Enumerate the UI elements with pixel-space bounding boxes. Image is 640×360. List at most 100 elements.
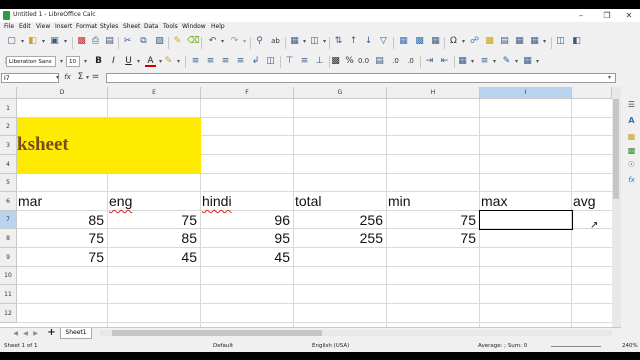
italic-icon[interactable]: I <box>108 56 119 67</box>
row-header-8[interactable]: 8 <box>0 229 17 248</box>
minimize-button[interactable]: – <box>570 9 592 22</box>
sort-icon[interactable]: ⇅ <box>333 36 344 47</box>
justify-icon[interactable]: ≡ <box>235 56 246 67</box>
functions-icon[interactable]: fx <box>626 175 637 186</box>
header-cell-avg[interactable]: avg <box>572 192 612 211</box>
menu-edit[interactable]: Edit <box>19 23 31 30</box>
vertical-scrollbar[interactable] <box>612 87 621 327</box>
page-style-status[interactable]: Default <box>213 343 233 349</box>
sort-descending-icon[interactable]: ↓ <box>363 36 374 47</box>
navigator-icon[interactable]: ☉ <box>626 159 637 170</box>
row-header-11[interactable]: 11 <box>0 285 17 304</box>
header-cell-hindi[interactable]: hindi <box>201 192 293 211</box>
active-cell-cursor[interactable] <box>479 210 573 230</box>
spelling-icon[interactable]: ab <box>270 36 281 47</box>
properties-icon[interactable]: A <box>626 115 637 126</box>
row-header-10[interactable]: 10 <box>0 267 17 285</box>
data-cell[interactable]: 45 <box>108 248 200 267</box>
freeze-dropdown-icon[interactable]: ▾ <box>539 36 550 47</box>
borders-dropdown-icon[interactable]: ▾ <box>467 56 478 67</box>
redo-dropdown-icon[interactable]: ▾ <box>239 36 250 47</box>
save-icon[interactable]: ▣ <box>49 36 60 47</box>
column-header-h[interactable]: H <box>387 87 480 99</box>
currency-format-icon[interactable]: ▩ <box>330 56 341 67</box>
language-status[interactable]: English (USA) <box>312 343 349 349</box>
vertical-scroll-thumb[interactable] <box>613 99 619 199</box>
data-cell[interactable]: 95 <box>201 229 293 248</box>
percent-format-icon[interactable]: % <box>344 56 355 67</box>
underline-dropdown-icon[interactable]: ▾ <box>133 56 144 67</box>
open-icon[interactable]: ◧ <box>27 36 38 47</box>
border-style-dropdown-icon[interactable]: ▾ <box>489 56 500 67</box>
styles-icon[interactable]: ▦ <box>626 131 637 142</box>
column-header-i[interactable]: I <box>480 87 572 99</box>
sheet-tab-sheet1[interactable]: Sheet1 <box>60 328 92 339</box>
header-cell-max[interactable]: max <box>480 192 571 211</box>
special-character-dropdown-icon[interactable]: ▾ <box>458 36 469 47</box>
next-sheet-icon[interactable]: ▶ <box>30 328 41 339</box>
align-left-icon[interactable]: ≡ <box>190 56 201 67</box>
data-cell[interactable]: 256 <box>294 211 386 229</box>
insert-chart-icon[interactable]: ▩ <box>414 36 425 47</box>
zoom-slider[interactable] <box>551 346 601 347</box>
clone-formatting-icon[interactable]: ✎ <box>172 36 183 47</box>
conditional-dropdown-icon[interactable]: ▾ <box>532 56 543 67</box>
clear-formatting-icon[interactable]: ⌫ <box>187 36 200 47</box>
comment-icon[interactable]: ▩ <box>484 36 495 47</box>
insert-image-icon[interactable]: ▦ <box>398 36 409 47</box>
font-size-combo[interactable]: 10 <box>66 56 80 67</box>
split-window-icon[interactable]: ◫ <box>555 36 566 47</box>
close-button[interactable]: ✕ <box>618 9 640 22</box>
define-print-area-icon[interactable]: ▦ <box>514 36 525 47</box>
font-name-combo[interactable]: Liberation Sans <box>6 56 56 67</box>
headers-footers-icon[interactable]: ▤ <box>499 36 510 47</box>
sidebar-menu-icon[interactable]: ☰ <box>626 99 637 110</box>
number-format-icon[interactable]: 0.0 <box>358 56 369 67</box>
gallery-icon[interactable]: ▩ <box>626 145 637 156</box>
formula-icon[interactable]: = <box>90 72 101 83</box>
data-cell[interactable]: 75 <box>17 248 107 267</box>
add-sheet-icon[interactable]: + <box>46 327 57 338</box>
spreadsheet-grid[interactable]: D E F G H I 1 2 3 4 5 6 7 8 9 10 11 12 k… <box>0 87 612 327</box>
print-icon[interactable]: ⎙ <box>90 36 101 47</box>
data-cell[interactable]: 85 <box>17 211 107 229</box>
hyperlink-icon[interactable]: ☍ <box>469 36 480 47</box>
header-cell-total[interactable]: total <box>294 192 386 211</box>
align-right-icon[interactable]: ≡ <box>220 56 231 67</box>
header-cell-eng[interactable]: eng <box>108 192 200 211</box>
column-header-e[interactable]: E <box>108 87 201 99</box>
align-center-icon[interactable]: ≡ <box>205 56 216 67</box>
header-cell-mar[interactable]: mar <box>17 192 107 211</box>
data-cell[interactable]: 255 <box>294 229 386 248</box>
column-header-f[interactable]: F <box>201 87 294 99</box>
date-format-icon[interactable]: ▤ <box>374 56 385 67</box>
column-header-d[interactable]: D <box>17 87 108 99</box>
menu-styles[interactable]: Styles <box>100 23 118 30</box>
find-replace-icon[interactable]: ⚲ <box>254 36 265 47</box>
data-cell[interactable]: 85 <box>108 229 200 248</box>
name-box[interactable]: I7 <box>1 73 59 83</box>
save-dropdown-icon[interactable]: ▾ <box>60 36 71 47</box>
align-bottom-icon[interactable]: ⊥ <box>314 56 325 67</box>
paste-icon[interactable]: ▨ <box>154 36 165 47</box>
data-cell[interactable]: 96 <box>201 211 293 229</box>
row-header-9[interactable]: 9 <box>0 248 17 267</box>
menu-tools[interactable]: Tools <box>163 23 178 30</box>
menu-help[interactable]: Help <box>211 23 225 30</box>
menu-window[interactable]: Window <box>182 23 206 30</box>
row-header-3[interactable]: 3 <box>0 136 17 155</box>
border-color-dropdown-icon[interactable]: ▾ <box>511 56 522 67</box>
select-all-corner[interactable] <box>0 87 17 99</box>
align-top-icon[interactable]: ⊤ <box>284 56 295 67</box>
show-draw-functions-icon[interactable]: ◧ <box>571 36 582 47</box>
row-header-4[interactable]: 4 <box>0 155 17 174</box>
data-cell[interactable]: 75 <box>387 211 479 229</box>
sort-ascending-icon[interactable]: ↑ <box>348 36 359 47</box>
copy-icon[interactable]: ⧉ <box>138 36 149 47</box>
data-cell[interactable]: 75 <box>108 211 200 229</box>
bold-icon[interactable]: B <box>93 56 104 67</box>
highlight-dropdown-icon[interactable]: ▾ <box>173 56 184 67</box>
expand-formula-bar-icon[interactable]: ▾ <box>604 72 615 83</box>
pivot-table-icon[interactable]: ▦ <box>430 36 441 47</box>
open-dropdown-icon[interactable]: ▾ <box>38 36 49 47</box>
